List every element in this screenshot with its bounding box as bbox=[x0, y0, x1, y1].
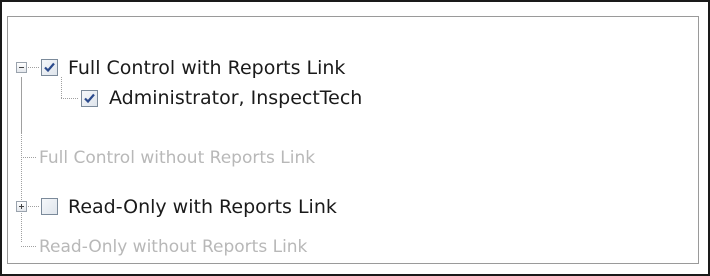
tree-line bbox=[21, 157, 37, 158]
collapse-toggle-icon[interactable] bbox=[16, 62, 27, 73]
checkmark-icon bbox=[84, 93, 95, 104]
tree-item-read-only-without-reports: Read-Only without Reports Link bbox=[39, 237, 308, 257]
permissions-tree-panel: Full Control with Reports Link Administr… bbox=[7, 16, 699, 264]
read-only-with-reports-checkbox[interactable] bbox=[41, 198, 58, 215]
tree-line bbox=[21, 133, 22, 243]
tree-line bbox=[28, 206, 40, 207]
full-control-with-reports-checkbox[interactable] bbox=[41, 59, 58, 76]
tree-line bbox=[61, 98, 79, 99]
administrator-inspecttech-checkbox[interactable] bbox=[81, 90, 98, 107]
tree-item-full-control-without-reports: Full Control without Reports Link bbox=[39, 148, 316, 168]
permissions-tree[interactable]: Full Control with Reports Link Administr… bbox=[8, 17, 698, 263]
checkmark-icon bbox=[44, 62, 55, 73]
tree-item-administrator-inspecttech[interactable]: Administrator, InspectTech bbox=[109, 83, 362, 113]
tree-line bbox=[61, 77, 62, 98]
tree-item-read-only-with-reports[interactable]: Read-Only with Reports Link bbox=[68, 192, 337, 222]
tree-item-full-control-with-reports[interactable]: Full Control with Reports Link bbox=[68, 53, 345, 83]
expand-toggle-icon[interactable] bbox=[16, 201, 27, 212]
tree-line bbox=[28, 67, 40, 68]
tree-line bbox=[21, 77, 22, 133]
tree-line bbox=[21, 246, 37, 247]
